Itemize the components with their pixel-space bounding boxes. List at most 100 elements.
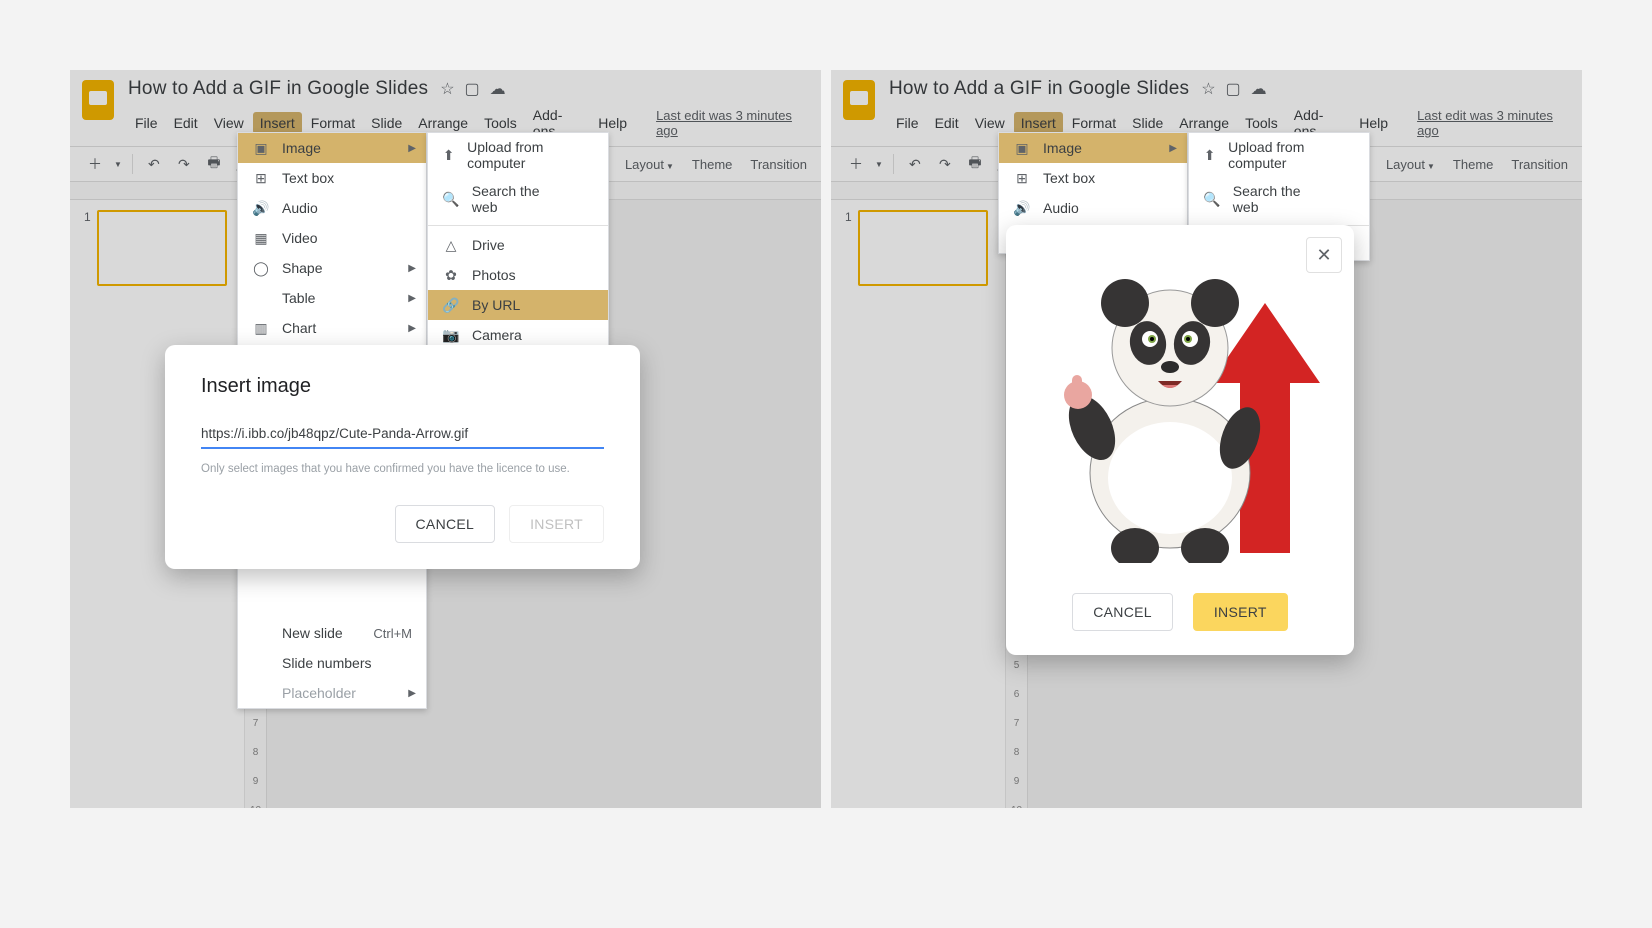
search-icon: 🔍 <box>442 190 460 208</box>
shape-icon: ◯ <box>252 259 270 277</box>
layout-button[interactable]: Layout▼ <box>625 157 674 172</box>
print-button[interactable]: 🖶 <box>203 153 225 175</box>
menu-file[interactable]: File <box>889 112 926 134</box>
transition-button[interactable]: Transition <box>1511 157 1568 172</box>
sub-photos[interactable]: ✿Photos <box>428 260 608 290</box>
undo-button[interactable]: ↶ <box>904 153 926 175</box>
image-icon: ▣ <box>252 139 270 157</box>
menu-help[interactable]: Help <box>591 112 634 134</box>
menu-arrange[interactable]: Arrange <box>1172 112 1236 134</box>
audio-icon: 🔊 <box>1013 199 1031 217</box>
url-input[interactable] <box>201 422 604 449</box>
textbox-icon: ⊞ <box>1013 169 1031 187</box>
upload-icon: ⬆ <box>442 146 455 164</box>
last-edit[interactable]: Last edit was 3 minutes ago <box>656 108 809 138</box>
menu-file[interactable]: File <box>128 112 165 134</box>
slides-logo[interactable] <box>82 80 114 120</box>
cancel-button[interactable]: CANCEL <box>1072 593 1173 631</box>
menu-help[interactable]: Help <box>1352 112 1395 134</box>
photos-icon: ✿ <box>442 266 460 284</box>
dd-table[interactable]: Table▶ <box>238 283 426 313</box>
panda-arrow-image <box>1040 263 1320 563</box>
menu-edit[interactable]: Edit <box>167 112 205 134</box>
print-button[interactable]: 🖶 <box>964 153 986 175</box>
menu-edit[interactable]: Edit <box>928 112 966 134</box>
dialog-title: Insert image <box>201 375 604 398</box>
menu-format[interactable]: Format <box>1065 112 1123 134</box>
new-slide-button[interactable]: ＋ <box>84 153 106 175</box>
insert-button[interactable]: INSERT <box>1193 593 1288 631</box>
cloud-icon[interactable]: ☁ <box>490 79 506 99</box>
move-icon[interactable]: ▢ <box>465 79 480 99</box>
star-icon[interactable]: ☆ <box>1201 79 1215 99</box>
slide-number: 1 <box>84 210 91 286</box>
layout-button[interactable]: Layout▼ <box>1386 157 1435 172</box>
insert-image-dialog: Insert image Only select images that you… <box>165 345 640 569</box>
dd-shape[interactable]: ◯Shape▶ <box>238 253 426 283</box>
slide-thumbnail[interactable] <box>858 210 988 286</box>
audio-icon: 🔊 <box>252 199 270 217</box>
undo-button[interactable]: ↶ <box>143 153 165 175</box>
insert-button[interactable]: INSERT <box>509 505 604 543</box>
sub-search[interactable]: 🔍Search the web <box>1189 177 1369 221</box>
dd-image[interactable]: ▣Image▶ <box>238 133 426 163</box>
dd-slide-numbers[interactable]: Slide numbers <box>238 648 426 678</box>
dd-audio[interactable]: 🔊Audio <box>999 193 1187 223</box>
dd-video[interactable]: ▦Video <box>238 223 426 253</box>
redo-button[interactable]: ↷ <box>173 153 195 175</box>
dropdown-caret-icon[interactable]: ▼ <box>875 160 883 169</box>
close-icon: ✕ <box>1316 245 1331 266</box>
link-icon: 🔗 <box>442 296 460 314</box>
doc-title[interactable]: How to Add a GIF in Google Slides <box>889 78 1189 100</box>
dropdown-caret-icon[interactable]: ▼ <box>114 160 122 169</box>
close-button[interactable]: ✕ <box>1306 237 1342 273</box>
dd-image[interactable]: ▣Image▶ <box>999 133 1187 163</box>
video-icon: ▦ <box>252 229 270 247</box>
textbox-icon: ⊞ <box>252 169 270 187</box>
menu-view[interactable]: View <box>968 112 1012 134</box>
redo-button[interactable]: ↷ <box>934 153 956 175</box>
menu-tools[interactable]: Tools <box>477 112 524 134</box>
slide-number: 1 <box>845 210 852 286</box>
image-preview <box>1030 253 1330 573</box>
sub-search[interactable]: 🔍Search the web <box>428 177 608 221</box>
doc-title[interactable]: How to Add a GIF in Google Slides <box>128 78 428 100</box>
dd-new-slide[interactable]: New slideCtrl+M <box>238 618 426 648</box>
dd-chart[interactable]: ▥Chart▶ <box>238 313 426 343</box>
menu-slide[interactable]: Slide <box>364 112 409 134</box>
cloud-icon[interactable]: ☁ <box>1251 79 1267 99</box>
dd-placeholder[interactable]: Placeholder▶ <box>238 678 426 708</box>
move-icon[interactable]: ▢ <box>1226 79 1241 99</box>
sub-drive[interactable]: △Drive <box>428 230 608 260</box>
drive-icon: △ <box>442 236 460 254</box>
dd-audio[interactable]: 🔊Audio <box>238 193 426 223</box>
cancel-button[interactable]: CANCEL <box>395 505 496 543</box>
slides-logo[interactable] <box>843 80 875 120</box>
dd-textbox[interactable]: ⊞Text box <box>999 163 1187 193</box>
insert-image-preview-dialog: ✕ <box>1006 225 1354 655</box>
image-submenu: ⬆Upload from computer 🔍Search the web △D… <box>427 132 609 351</box>
last-edit[interactable]: Last edit was 3 minutes ago <box>1417 108 1570 138</box>
dd-textbox[interactable]: ⊞Text box <box>238 163 426 193</box>
search-icon: 🔍 <box>1203 190 1221 208</box>
theme-button[interactable]: Theme <box>1453 157 1493 172</box>
menu-view[interactable]: View <box>207 112 251 134</box>
menu-arrange[interactable]: Arrange <box>411 112 475 134</box>
sub-upload[interactable]: ⬆Upload from computer <box>1189 133 1369 177</box>
sub-by-url[interactable]: 🔗By URL <box>428 290 608 320</box>
transition-button[interactable]: Transition <box>750 157 807 172</box>
menu-format[interactable]: Format <box>304 112 362 134</box>
menu-insert[interactable]: Insert <box>1014 112 1063 134</box>
star-icon[interactable]: ☆ <box>440 79 454 99</box>
new-slide-button[interactable]: ＋ <box>845 153 867 175</box>
upload-icon: ⬆ <box>1203 146 1216 164</box>
theme-button[interactable]: Theme <box>692 157 732 172</box>
dialog-hint: Only select images that you have confirm… <box>201 463 604 475</box>
sub-upload[interactable]: ⬆Upload from computer <box>428 133 608 177</box>
menu-insert[interactable]: Insert <box>253 112 302 134</box>
menu-slide[interactable]: Slide <box>1125 112 1170 134</box>
slide-thumbnail[interactable] <box>97 210 227 286</box>
menu-tools[interactable]: Tools <box>1238 112 1285 134</box>
chart-icon: ▥ <box>252 319 270 337</box>
image-icon: ▣ <box>1013 139 1031 157</box>
